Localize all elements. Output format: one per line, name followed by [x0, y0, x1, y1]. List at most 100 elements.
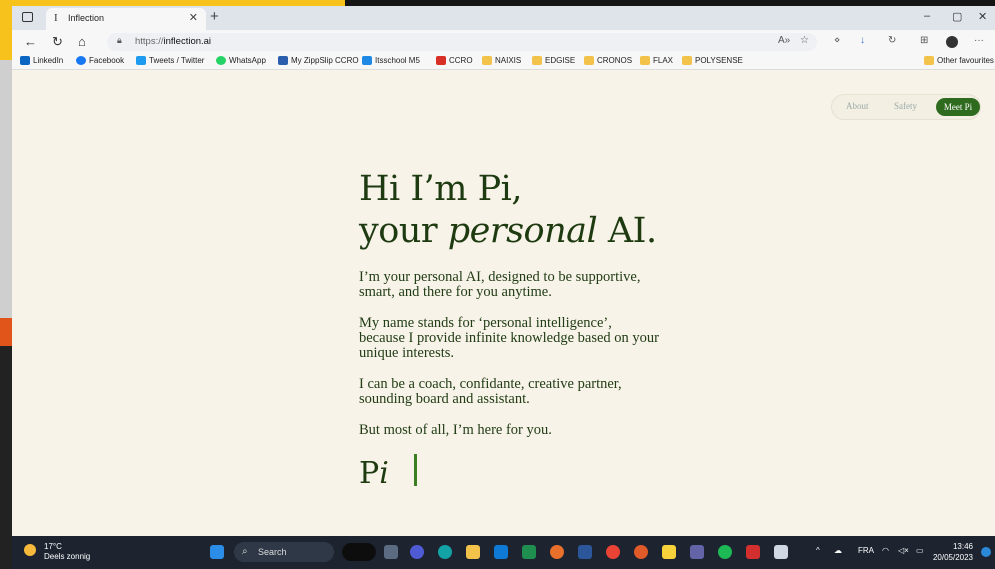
site-nav: About Safety Meet Pi [831, 94, 981, 120]
hero-heading-line1: Hi I’m Pi, [359, 169, 522, 209]
file-explorer-icon[interactable] [466, 545, 480, 559]
folder-icon [482, 56, 492, 65]
minimize-icon[interactable]: – [924, 10, 930, 22]
notification-icon[interactable] [981, 547, 991, 557]
edge-icon[interactable] [438, 545, 452, 559]
weather-sun-icon [24, 544, 36, 556]
pi-logo: Pi [359, 456, 389, 491]
bookmarks-bar: LinkedIn Facebook Tweets / Twitter Whats… [12, 54, 995, 70]
bookmark-twitter[interactable]: Tweets / Twitter [136, 56, 204, 65]
screen: I Inflection ✕ + – ▢ ✕ ← ↻ ⌂ 🔒︎ https://… [0, 0, 995, 569]
clock-date: 20/05/2023 [932, 553, 973, 562]
lock-icon: 🔒︎ [117, 35, 122, 45]
tray-overflow-icon[interactable]: ^ [816, 546, 820, 555]
browser-window: I Inflection ✕ + – ▢ ✕ ← ↻ ⌂ 🔒︎ https://… [12, 6, 995, 536]
sticky-notes-icon[interactable] [662, 545, 676, 559]
home-icon[interactable]: ⌂ [78, 34, 86, 49]
url-field[interactable]: 🔒︎ https://inflection.ai [107, 33, 817, 51]
folder-icon [924, 56, 934, 65]
tab-bar: I Inflection ✕ + – ▢ ✕ [12, 6, 995, 30]
whatsapp-icon [216, 56, 226, 65]
itsschool-icon [362, 56, 372, 65]
bookmark-whatsapp[interactable]: WhatsApp [216, 56, 266, 65]
tab-actions-icon[interactable] [22, 12, 33, 22]
read-aloud-icon[interactable]: A» [778, 35, 790, 46]
folder-icon [640, 56, 650, 65]
favorite-star-icon[interactable]: ☆ [800, 35, 809, 46]
clock-time: 13:46 [952, 542, 973, 551]
onedrive-icon[interactable]: ☁ [834, 546, 842, 555]
teams-icon[interactable] [690, 545, 704, 559]
weather-temp: 17°C [44, 542, 62, 551]
windows-start-icon[interactable] [210, 545, 224, 559]
maximize-icon[interactable]: ▢ [952, 10, 962, 23]
close-window-icon[interactable]: ✕ [978, 10, 987, 23]
weather-widget[interactable]: 17°C Deels zonnig [24, 542, 90, 562]
bookmark-folder-cronos[interactable]: CRONOS [584, 56, 632, 65]
task-view-icon[interactable] [384, 545, 398, 559]
acrobat-icon[interactable] [746, 545, 760, 559]
folder-icon [532, 56, 542, 65]
wifi-icon[interactable]: ◠ [882, 546, 889, 555]
bookmark-folder-naixis[interactable]: NAIXIS [482, 56, 521, 65]
teams-chat-icon[interactable] [410, 545, 424, 559]
download-icon[interactable]: ↓ [860, 35, 865, 46]
outlook-icon[interactable] [494, 545, 508, 559]
tab-inflection[interactable]: I Inflection ✕ [46, 8, 206, 30]
widgets-pill[interactable] [342, 543, 376, 561]
bookmark-folder-edgise[interactable]: EDGISE [532, 56, 575, 65]
back-icon[interactable]: ← [24, 34, 37, 49]
hero-section: Hi I’m Pi, your personal AI. I’m your pe… [359, 168, 659, 438]
gmail-icon [436, 56, 446, 65]
search-icon: ⌕ [242, 546, 248, 557]
bookmark-facebook[interactable]: Facebook [76, 56, 124, 65]
chrome-icon[interactable] [606, 545, 620, 559]
address-bar-row: ← ↻ ⌂ 🔒︎ https://inflection.ai A» ☆ ⋄ ↓ … [12, 30, 995, 54]
refresh-extension-icon[interactable]: ↻ [888, 35, 896, 46]
bookmark-itsschool[interactable]: Itsschool M5 [362, 56, 420, 65]
twitter-icon [136, 56, 146, 65]
language-indicator[interactable]: FRA [858, 546, 874, 555]
spotify-icon[interactable] [718, 545, 732, 559]
new-tab-icon[interactable]: + [210, 8, 219, 25]
nav-safety[interactable]: Safety [894, 101, 917, 111]
url-protocol: https:// [135, 36, 164, 47]
meet-pi-button[interactable]: Meet Pi [936, 98, 980, 116]
desktop-window-edge-dark [0, 346, 12, 569]
hero-heading-line2: your personal AI. [359, 211, 657, 251]
bookmark-linkedin[interactable]: LinkedIn [20, 56, 63, 65]
folder-icon [584, 56, 594, 65]
screen-capture-icon[interactable] [774, 545, 788, 559]
taskbar-search[interactable]: ⌕ Search [234, 542, 334, 562]
desktop-window-edge [0, 60, 12, 318]
profile-avatar[interactable] [946, 36, 958, 48]
weather-desc: Deels zonnig [44, 552, 91, 561]
powerpoint-icon[interactable] [634, 545, 648, 559]
zippslip-icon [278, 56, 288, 65]
url-host: inflection.ai [163, 36, 212, 47]
refresh-icon[interactable]: ↻ [52, 34, 63, 50]
hero-paragraph-4: But most of all, I’m here for you. [359, 422, 552, 438]
page-content: About Safety Meet Pi Hi I’m Pi, your per… [12, 70, 995, 536]
text-cursor [414, 454, 417, 486]
battery-icon[interactable]: ▭ [916, 546, 924, 555]
firefox-icon[interactable] [550, 545, 564, 559]
more-menu-icon[interactable]: ··· [974, 35, 984, 46]
nav-about[interactable]: About [846, 101, 869, 111]
word-icon[interactable] [578, 545, 592, 559]
hero-paragraph-1: I’m your personal AI, designed to be sup… [359, 269, 641, 300]
bookmark-zippslip[interactable]: My ZippSlip CCRO [278, 56, 359, 65]
facebook-icon [76, 56, 86, 65]
excel-icon[interactable] [522, 545, 536, 559]
extension-icon[interactable]: ⋄ [834, 35, 840, 46]
other-favourites-folder[interactable]: Other favourites [924, 56, 994, 65]
close-tab-icon[interactable]: ✕ [189, 11, 198, 24]
bookmark-folder-polysense[interactable]: POLYSENSE [682, 56, 743, 65]
hero-paragraph-2: My name stands for ‘personal intelligenc… [359, 315, 659, 361]
bookmark-folder-flax[interactable]: FLAX [640, 56, 673, 65]
linkedin-icon [20, 56, 30, 65]
volume-icon[interactable]: ◁× [898, 546, 909, 555]
taskbar-clock[interactable]: 13:46 20/05/2023 [933, 541, 973, 563]
collections-icon[interactable]: ⊞ [920, 35, 928, 46]
bookmark-ccro[interactable]: CCRO [436, 56, 473, 65]
